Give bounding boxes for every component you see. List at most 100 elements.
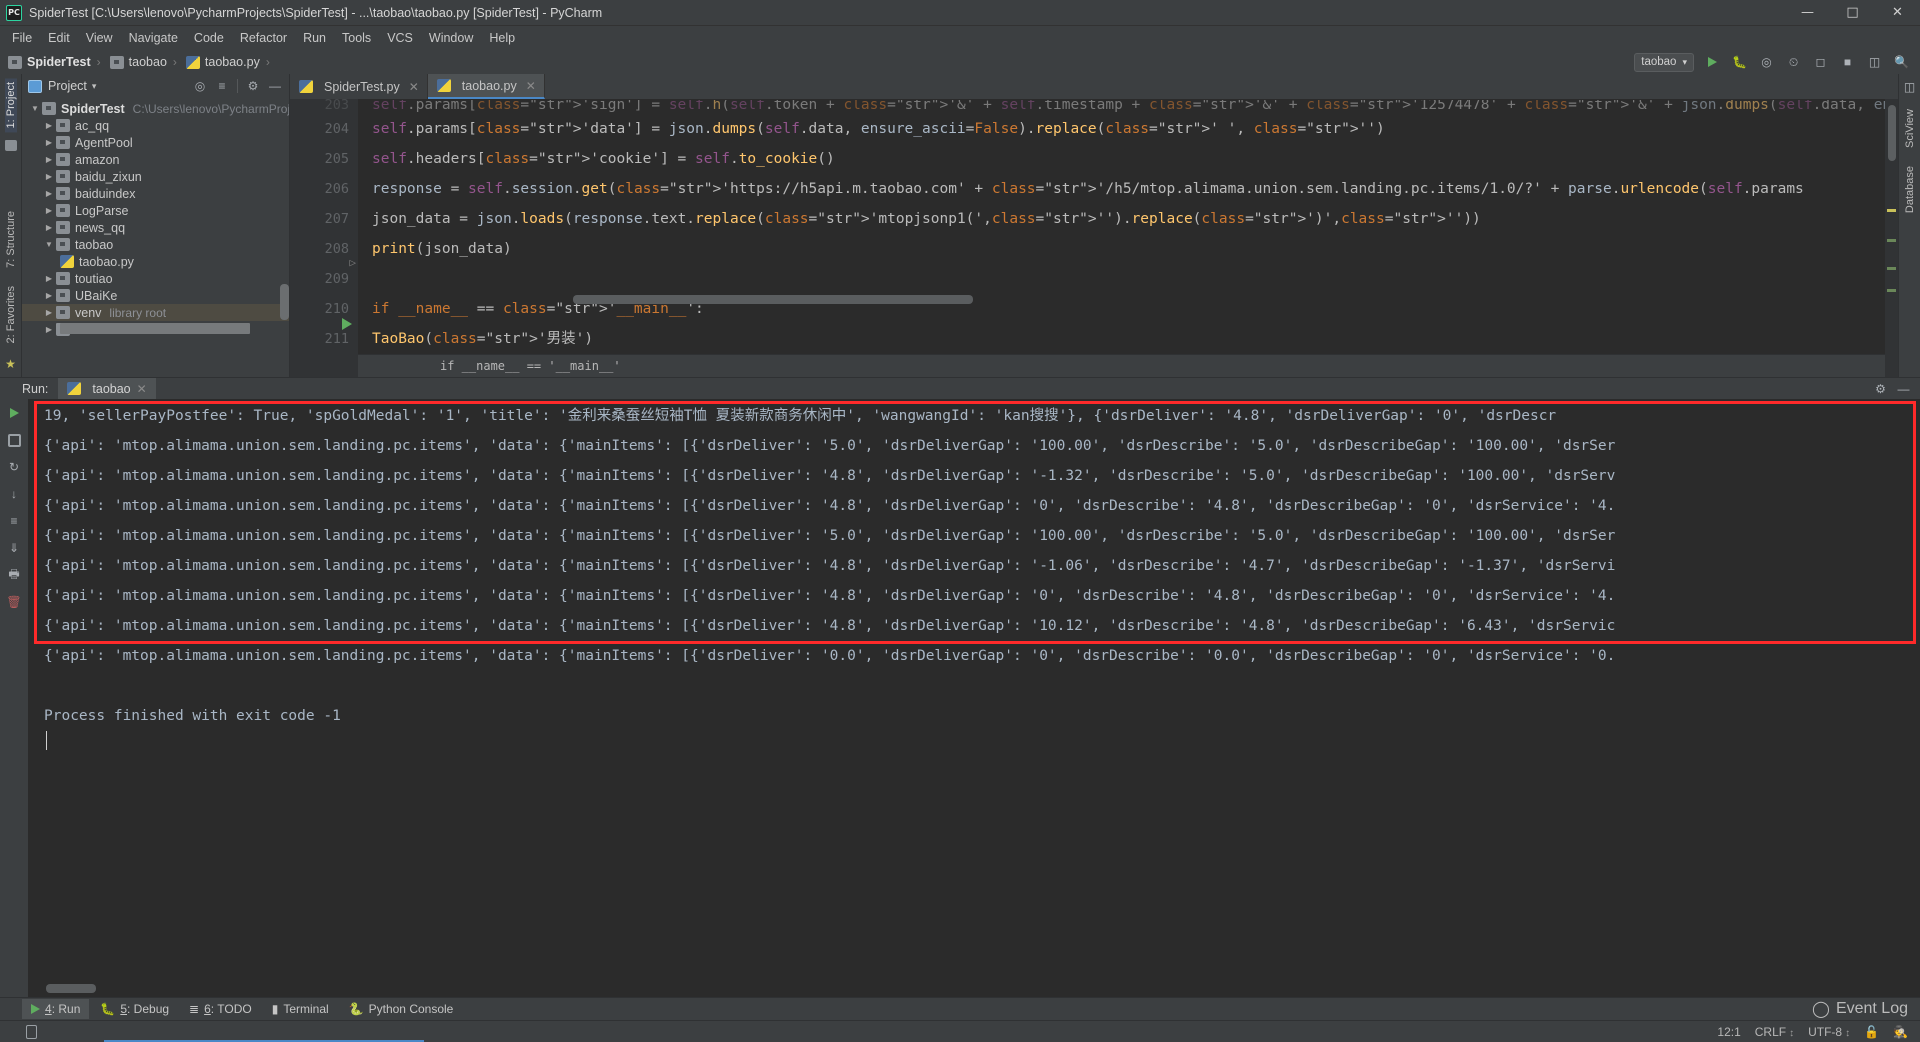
chevron-right-icon[interactable]: ▶ <box>42 206 56 215</box>
run-configuration-selector[interactable]: taobao ▾ <box>1634 52 1694 72</box>
gear-icon[interactable]: ⚙ <box>1872 380 1889 397</box>
tree-row-amazon[interactable]: ▶ amazon <box>22 151 289 168</box>
stop-icon[interactable]: ■ <box>1839 54 1856 71</box>
hide-icon[interactable]: — <box>265 76 285 96</box>
chevron-right-icon[interactable]: ▶ <box>42 155 56 164</box>
tab-terminal[interactable]: ▮ Terminal <box>263 999 338 1019</box>
unlocked-icon[interactable]: 🔓 <box>1864 1025 1879 1039</box>
chevron-right-icon[interactable]: ▶ <box>42 189 56 198</box>
editor-marker-bar[interactable] <box>1885 99 1898 377</box>
event-log-label[interactable]: Event Log <box>1836 1000 1908 1018</box>
tree-row-baiduindex[interactable]: ▶ baiduindex <box>22 185 289 202</box>
menu-refactor[interactable]: Refactor <box>232 28 295 48</box>
menu-help[interactable]: Help <box>481 28 523 48</box>
coverage-icon[interactable]: ◎ <box>1758 54 1775 71</box>
menu-tools[interactable]: Tools <box>334 28 379 48</box>
resume-icon[interactable]: ↻ <box>4 458 24 476</box>
breadcrumb-item-spidertest[interactable]: SpiderTest › <box>8 55 108 69</box>
clear-all-icon[interactable]: 🗑 <box>4 593 24 611</box>
code-text[interactable]: self.params[class="str">'sign'] = self.h… <box>358 99 1898 377</box>
tab-debug[interactable]: 🐛 5: Debug <box>91 999 178 1019</box>
tree-row-taobao-py[interactable]: taobao.py <box>22 253 289 270</box>
menu-run[interactable]: Run <box>295 28 334 48</box>
chevron-right-icon[interactable]: ▶ <box>42 223 56 232</box>
close-icon[interactable]: ✕ <box>137 382 147 396</box>
sidebar-item-favorites[interactable]: 2: Favorites <box>5 282 17 347</box>
tab-spidertest-py[interactable]: SpiderTest.py ✕ <box>290 74 428 99</box>
chevron-right-icon[interactable]: ▶ <box>42 325 56 334</box>
tab-todo[interactable]: ≣ 6: TODO <box>180 999 261 1019</box>
encoding[interactable]: UTF-8 <box>1808 1025 1850 1039</box>
stop-icon[interactable] <box>4 431 24 449</box>
close-icon[interactable]: ✕ <box>409 80 419 94</box>
info-marker[interactable] <box>1887 267 1896 270</box>
collapse-all-icon[interactable]: ≡ <box>212 76 232 96</box>
tree-row-baidu-zixun[interactable]: ▶ baidu_zixun <box>22 168 289 185</box>
sidebar-item-project[interactable]: 1: Project <box>4 78 17 133</box>
menu-code[interactable]: Code <box>186 28 232 48</box>
search-icon[interactable]: 🔍 <box>1893 54 1910 71</box>
debug-icon[interactable]: 🐛 <box>1731 54 1748 71</box>
step-down-icon[interactable]: ↓ <box>4 485 24 503</box>
warning-marker[interactable] <box>1887 209 1896 212</box>
info-marker[interactable] <box>1887 239 1896 242</box>
tree-row-taobao[interactable]: ▼ taobao <box>22 236 289 253</box>
project-tree-scrollbar[interactable] <box>280 284 289 320</box>
chevron-right-icon[interactable]: ▶ <box>42 274 56 283</box>
breadcrumb-item-taobao[interactable]: taobao › <box>109 55 184 69</box>
close-icon[interactable]: ✕ <box>526 79 536 93</box>
run-gutter-icon[interactable] <box>342 318 352 330</box>
chevron-down-icon[interactable]: ▾ <box>92 81 97 92</box>
hector-icon[interactable]: 🕵 <box>1893 1025 1908 1039</box>
layout-icon[interactable]: ◫ <box>1901 78 1918 95</box>
info-marker[interactable] <box>1887 289 1896 292</box>
editor-horizontal-scrollbar[interactable] <box>573 295 973 304</box>
tree-row-venv[interactable]: ▶ venv library root <box>22 304 289 321</box>
chevron-right-icon[interactable]: ▶ <box>42 308 56 317</box>
minimize-button[interactable]: — <box>1785 0 1830 26</box>
menu-file[interactable]: File <box>4 28 40 48</box>
chevron-right-icon[interactable]: ▶ <box>42 138 56 147</box>
gear-icon[interactable]: ⚙ <box>243 76 263 96</box>
run-console[interactable]: 19, 'sellerPayPostfee': True, 'spGoldMed… <box>28 399 1920 997</box>
sidebar-item-sciview[interactable]: SciView <box>1904 105 1916 152</box>
chevron-down-icon[interactable]: ▼ <box>42 240 56 249</box>
line-separator[interactable]: CRLF <box>1755 1025 1794 1039</box>
menu-edit[interactable]: Edit <box>40 28 78 48</box>
print-icon[interactable]: 🖶 <box>4 566 24 584</box>
maximize-button[interactable]: □ <box>1830 0 1875 26</box>
chevron-down-icon[interactable]: ▼ <box>28 104 42 113</box>
tree-row-toutiao[interactable]: ▶ toutiao <box>22 270 289 287</box>
run-tab-taobao[interactable]: taobao ✕ <box>58 377 156 400</box>
tree-row-ubaike[interactable]: ▶ UBaiKe <box>22 287 289 304</box>
run-icon[interactable] <box>1704 54 1721 71</box>
hide-icon[interactable]: — <box>1895 380 1912 397</box>
tree-row-ac-qq[interactable]: ▶ ac_qq <box>22 117 289 134</box>
scroll-to-end-icon[interactable]: ⇓ <box>4 539 24 557</box>
menu-window[interactable]: Window <box>421 28 481 48</box>
breadcrumb-item-taobao-py[interactable]: taobao.py › <box>185 55 277 69</box>
sidebar-item-structure[interactable]: 7: Structure <box>5 207 17 272</box>
tab-taobao-py[interactable]: taobao.py ✕ <box>427 74 545 99</box>
tab-run[interactable]: 4: Run <box>22 999 90 1019</box>
console-horizontal-scrollbar[interactable] <box>46 984 96 993</box>
menu-view[interactable]: View <box>78 28 121 48</box>
chevron-right-icon[interactable]: ▶ <box>42 291 56 300</box>
chevron-right-icon[interactable]: ▶ <box>42 172 56 181</box>
close-button[interactable]: ✕ <box>1875 0 1920 26</box>
tree-row-wrd[interactable]: ▶ wrd <box>22 321 289 338</box>
rerun-icon[interactable] <box>4 404 24 422</box>
editor-vertical-scrollbar[interactable] <box>1888 105 1896 161</box>
tree-row-news-qq[interactable]: ▶ news_qq <box>22 219 289 236</box>
menu-navigate[interactable]: Navigate <box>121 28 186 48</box>
chevron-right-icon[interactable]: ▶ <box>42 121 56 130</box>
soft-wrap-icon[interactable]: ≡ <box>4 512 24 530</box>
menu-vcs[interactable]: VCS <box>379 28 421 48</box>
attach-icon[interactable]: ◻ <box>1812 54 1829 71</box>
code-fold-icon[interactable]: ▷ <box>349 256 356 269</box>
locate-icon[interactable]: ◎ <box>190 76 210 96</box>
profile-icon[interactable]: ⏲ <box>1785 54 1802 71</box>
code-editor[interactable]: 203 204 205 206 207 208 209 210 211 ▷ se… <box>290 99 1898 377</box>
layout-icon[interactable]: ◫ <box>1866 54 1883 71</box>
tree-row-logparse[interactable]: ▶ LogParse <box>22 202 289 219</box>
